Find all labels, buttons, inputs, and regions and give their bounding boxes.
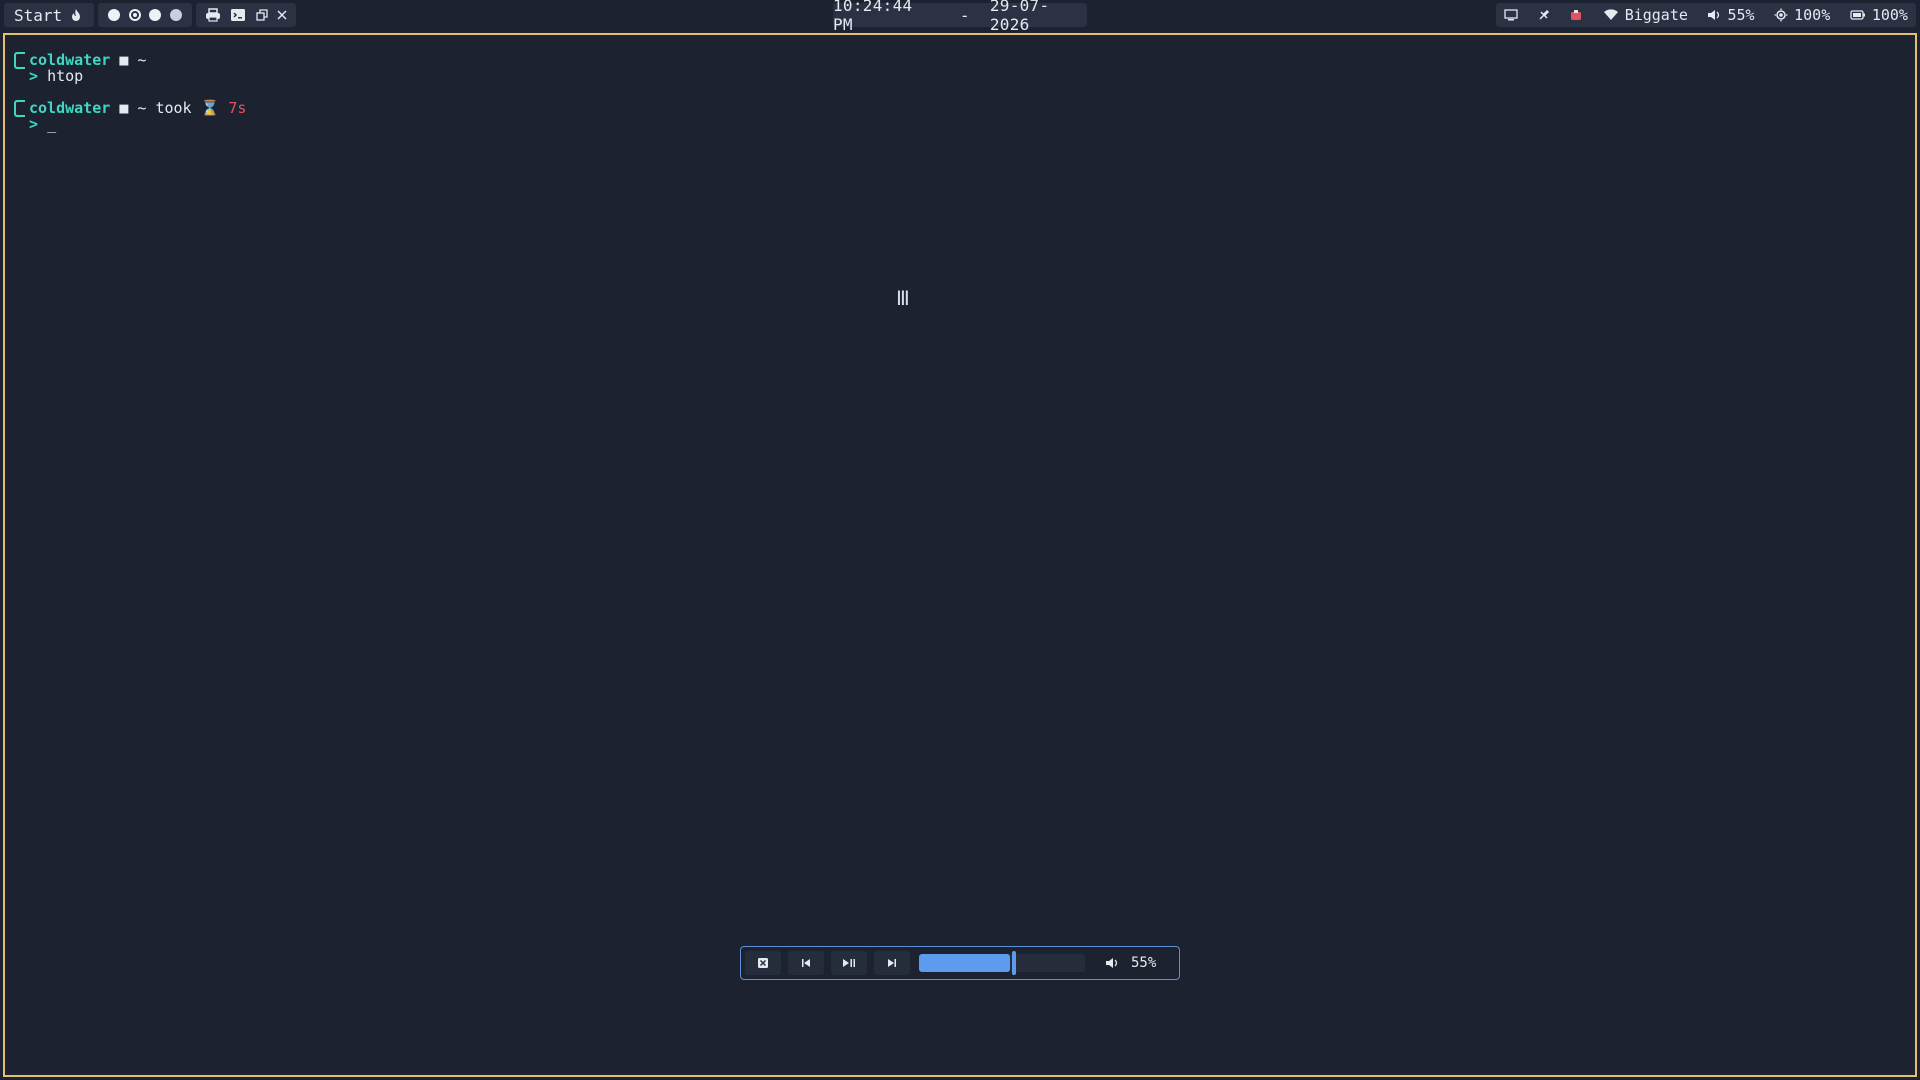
record-indicator-icon[interactable] <box>1569 9 1583 21</box>
cursor: _ <box>47 115 57 133</box>
restore-window-icon[interactable] <box>256 9 268 21</box>
start-label: Start <box>14 5 63 25</box>
took-value: 7s <box>228 99 247 117</box>
media-volume-value: 55% <box>1131 955 1157 971</box>
command-line-2: > _ <box>29 116 56 132</box>
network-status[interactable]: Biggate <box>1603 6 1688 24</box>
progress-handle[interactable] <box>1012 951 1017 975</box>
clock-date: 29-07-2026 <box>989 0 1050 34</box>
clock[interactable]: 10:24:44 PM - 29-07-2026 <box>833 0 1087 34</box>
prompt-line-2: coldwater ■ ~ took ⌛ 7s <box>29 100 246 116</box>
clock-time: 10:24:44 PM <box>833 0 913 34</box>
play-pause-icon[interactable] <box>831 951 867 975</box>
brightness-value: 100% <box>1794 6 1831 24</box>
window-controls <box>196 3 296 27</box>
progress-fill <box>919 954 1011 972</box>
start-menu-button[interactable]: Start <box>4 3 94 27</box>
volume-value: 55% <box>1727 6 1755 24</box>
brightness-icon <box>1774 8 1788 22</box>
media-volume[interactable]: 55% <box>1105 955 1156 971</box>
media-controller: 55% <box>740 946 1180 980</box>
wifi-icon <box>1603 9 1619 21</box>
prompt-line-1: coldwater ■ ~ <box>29 52 146 68</box>
top-bar: Start 10:24:44 PM - 29-07-2026 Biggate 5… <box>0 0 1920 34</box>
system-tray: Biggate 55% 100% 100% <box>1496 3 1916 27</box>
took-label: took <box>155 99 192 117</box>
prompt-dir: ~ <box>137 51 147 69</box>
speaker-icon <box>1105 957 1119 969</box>
close-box-icon[interactable] <box>745 951 781 975</box>
flame-icon <box>70 8 82 22</box>
prompt-arrow-icon: > <box>29 67 39 85</box>
printer-icon[interactable] <box>205 8 221 22</box>
network-name: Biggate <box>1624 6 1688 24</box>
terminal-window[interactable]: coldwater ■ ~ > htop coldwater ■ ~ took … <box>3 33 1917 1077</box>
workspace-1-icon[interactable] <box>108 9 121 21</box>
progress-slider[interactable] <box>919 951 1085 975</box>
prompt-dir: ~ <box>137 99 147 117</box>
battery-icon <box>1850 10 1866 20</box>
brightness-status[interactable]: 100% <box>1774 6 1830 24</box>
tools-icon[interactable] <box>1538 9 1550 21</box>
command-line-1: > htop <box>29 68 83 84</box>
volume-status[interactable]: 55% <box>1707 6 1755 24</box>
terminal-icon[interactable] <box>230 8 246 22</box>
workspace-2-active-icon[interactable] <box>128 9 141 21</box>
prompt-bracket <box>14 100 25 117</box>
close-window-icon[interactable] <box>277 10 287 20</box>
battery-value: 100% <box>1871 6 1908 24</box>
clock-separator: - <box>959 5 970 25</box>
prompt-arrow-icon: > <box>29 115 39 133</box>
speaker-icon <box>1707 9 1721 21</box>
skip-next-icon[interactable] <box>874 951 910 975</box>
workspace-3-icon[interactable] <box>149 9 162 21</box>
folder-icon: ■ <box>119 51 129 69</box>
skip-previous-icon[interactable] <box>788 951 824 975</box>
command-text: htop <box>47 67 84 85</box>
workspace-switcher <box>98 3 192 27</box>
folder-icon: ■ <box>119 99 129 117</box>
prompt-bracket <box>14 52 25 69</box>
workspace-4-icon[interactable] <box>169 9 182 21</box>
text-cursor-icon: Ⅲ <box>896 286 910 310</box>
hourglass-icon: ⌛ <box>200 99 220 117</box>
battery-status[interactable]: 100% <box>1850 6 1908 24</box>
screen-icon[interactable] <box>1504 9 1518 21</box>
